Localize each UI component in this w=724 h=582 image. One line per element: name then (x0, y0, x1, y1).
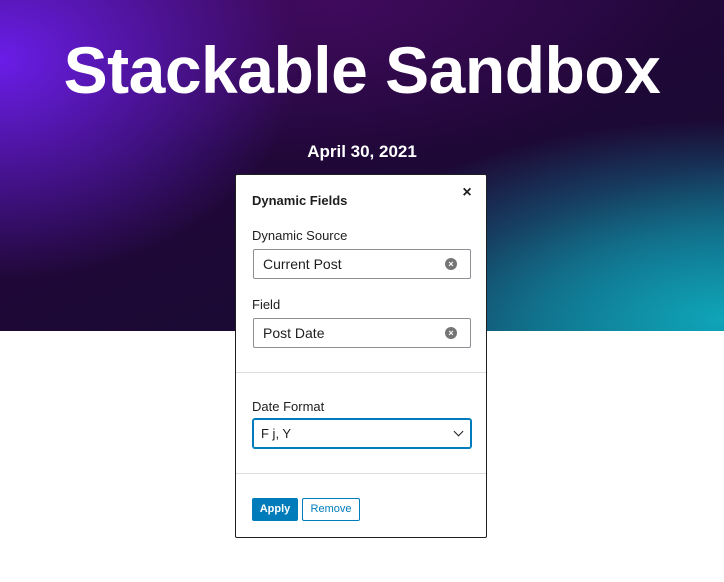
field-value: Post Date (263, 325, 325, 341)
chevron-down-icon (453, 426, 464, 437)
field-label: Field (252, 297, 281, 312)
date-format-label: Date Format (252, 399, 325, 414)
date-format-select[interactable]: F j, Y (253, 419, 471, 448)
popover-title: Dynamic Fields (252, 193, 348, 208)
dynamic-source-select[interactable]: Current Post × (253, 249, 471, 279)
close-icon[interactable]: × (458, 184, 476, 202)
field-select[interactable]: Post Date × (253, 318, 471, 348)
post-date: April 30, 2021 (307, 142, 417, 161)
divider (236, 372, 486, 373)
dynamic-source-label: Dynamic Source (252, 228, 348, 243)
date-format-value: F j, Y (261, 426, 292, 441)
dynamic-fields-popover: Dynamic Fields × Dynamic Source Current … (235, 174, 487, 538)
site-title: Stackable Sandbox (63, 33, 661, 107)
remove-button[interactable]: Remove (302, 498, 360, 521)
dynamic-source-value: Current Post (263, 256, 342, 272)
clear-icon[interactable]: × (445, 258, 457, 270)
clear-icon[interactable]: × (445, 327, 457, 339)
divider (236, 473, 486, 474)
apply-button[interactable]: Apply (252, 498, 298, 521)
